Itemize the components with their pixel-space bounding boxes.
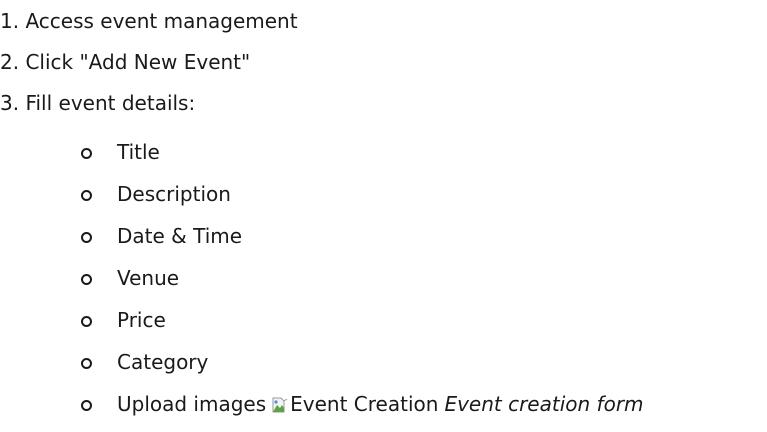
step-number: 1.	[0, 9, 20, 33]
broken-image-icon	[272, 394, 288, 414]
detail-label: Title	[117, 140, 160, 164]
detail-label: Venue	[117, 266, 180, 290]
image-alt-text: Event Creation	[290, 392, 439, 416]
detail-label: Category	[117, 350, 209, 374]
step-text: Click "Add New Event"	[25, 50, 251, 74]
step-number: 3.	[0, 91, 20, 115]
step-item: 1. Access event management	[0, 6, 298, 36]
hollow-bullet-icon	[81, 148, 92, 159]
hollow-bullet-icon	[81, 190, 92, 201]
upload-line: Upload images Event Creation Event creat…	[117, 388, 644, 420]
hollow-bullet-icon	[81, 274, 92, 285]
step-text: Fill event details:	[25, 91, 196, 115]
detail-label: Date & Time	[117, 224, 243, 248]
step-item: 3. Fill event details:	[0, 88, 195, 118]
step-number: 2.	[0, 50, 20, 74]
image-caption: Event creation form	[444, 392, 644, 416]
hollow-bullet-icon	[81, 400, 92, 411]
hollow-bullet-icon	[81, 232, 92, 243]
detail-label: Description	[117, 182, 231, 206]
step-text: Access event management	[25, 9, 298, 33]
detail-label: Price	[117, 308, 166, 332]
hollow-bullet-icon	[81, 358, 92, 369]
step-item: 2. Click "Add New Event"	[0, 47, 250, 77]
detail-label: Upload images	[117, 392, 267, 416]
hollow-bullet-icon	[81, 316, 92, 327]
